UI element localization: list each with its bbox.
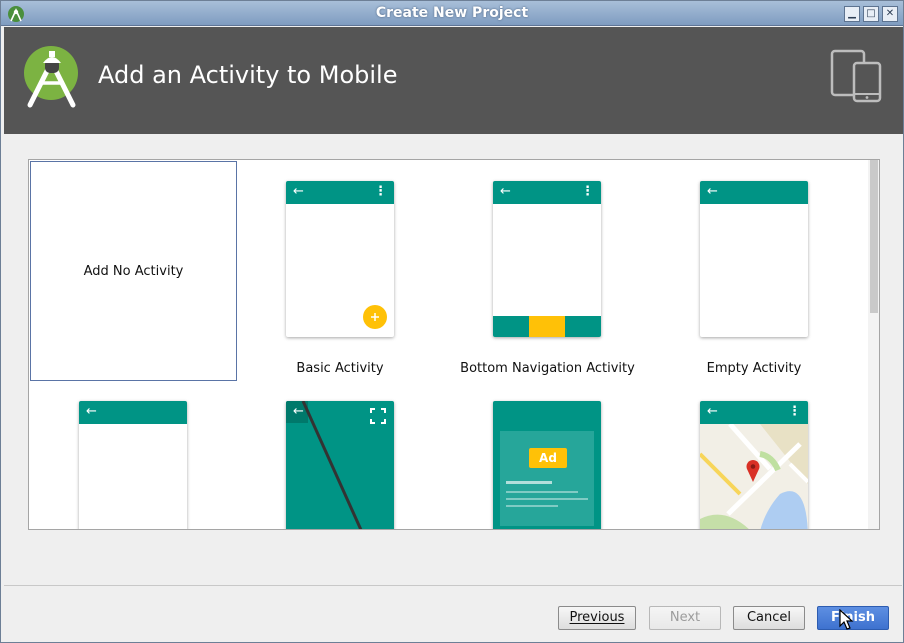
bottom-nav-selected-item (529, 316, 565, 337)
ad-badge: Ad (529, 448, 567, 468)
activity-5-preview: ← (79, 401, 187, 529)
overflow-menu-icon: ⋮ (788, 404, 801, 419)
admob-preview: Ad (493, 401, 601, 529)
tile-label: Basic Activity (296, 361, 384, 376)
phone-tablet-icon (830, 49, 882, 103)
tile-fullscreen-activity[interactable]: ← (265, 381, 415, 529)
cancel-button[interactable]: Cancel (733, 606, 805, 630)
app-bar: ← ⋮ (700, 401, 808, 424)
tile-label: Bottom Navigation Activity (460, 361, 635, 376)
tile-add-no-activity[interactable]: Add No Activity (30, 161, 237, 381)
tile-bottom-navigation-activity[interactable]: ← ⋮ Bottom Navigation Activity (455, 161, 640, 381)
tile-admob-activity[interactable]: Ad (455, 381, 640, 529)
app-bar: ← (79, 401, 187, 424)
bottom-nav-preview: ← ⋮ (493, 181, 601, 337)
tile-label: Empty Activity (706, 361, 802, 376)
back-arrow-icon: ← (500, 184, 511, 199)
android-studio-logo-icon (24, 46, 78, 108)
next-label: Next (669, 610, 701, 625)
app-bar: ← (700, 181, 808, 204)
bottom-navigation-bar (493, 316, 601, 337)
fullscreen-preview: ← (286, 401, 394, 529)
tile-empty-activity[interactable]: ← Empty Activity (679, 161, 829, 381)
empty-activity-preview: ← (700, 181, 808, 337)
app-bar: ← ⋮ (493, 181, 601, 204)
back-arrow-icon: ← (707, 404, 718, 419)
fullscreen-icon (370, 408, 386, 424)
minimize-button[interactable]: ▁ (844, 6, 860, 22)
previous-button[interactable]: Previous (558, 606, 636, 630)
footer-divider (4, 585, 902, 586)
maximize-button[interactable]: □ (863, 6, 879, 22)
fab-icon (363, 305, 387, 329)
basic-activity-preview: ← ⋮ (286, 181, 394, 337)
wizard-header: Add an Activity to Mobile (4, 27, 903, 134)
app-bar: ← ⋮ (286, 181, 394, 204)
back-arrow-icon: ← (293, 184, 304, 199)
tile-maps-activity[interactable]: ← ⋮ (679, 381, 829, 529)
create-project-window: Create New Project ▁ □ ✕ Add an Activity… (0, 0, 904, 643)
next-button[interactable]: Next (649, 606, 721, 630)
window-title: Create New Project (375, 5, 529, 21)
cancel-label: Cancel (746, 610, 792, 625)
gallery-scrollbar[interactable] (868, 160, 879, 529)
title-bar[interactable]: Create New Project ▁ □ ✕ (1, 1, 903, 26)
tile-basic-activity[interactable]: ← ⋮ Basic Activity (265, 161, 415, 381)
back-arrow-icon: ← (86, 404, 97, 419)
mouse-cursor-icon (839, 609, 854, 630)
map-pin-icon (746, 460, 760, 482)
scrollbar-thumb[interactable] (870, 160, 878, 313)
maps-preview: ← ⋮ (700, 401, 808, 529)
tile-activity-5[interactable]: ← (58, 381, 208, 529)
ad-card: Ad (500, 431, 594, 526)
previous-label: Previous (569, 610, 625, 625)
tile-label: Add No Activity (83, 264, 184, 279)
close-button[interactable]: ✕ (882, 6, 898, 22)
overflow-menu-icon: ⋮ (374, 184, 387, 199)
back-arrow-icon: ← (707, 184, 718, 199)
activity-gallery[interactable]: Add No Activity ← ⋮ Basic Activity ← ⋮ B… (28, 159, 880, 530)
overflow-menu-icon: ⋮ (581, 184, 594, 199)
page-title: Add an Activity to Mobile (98, 61, 398, 89)
